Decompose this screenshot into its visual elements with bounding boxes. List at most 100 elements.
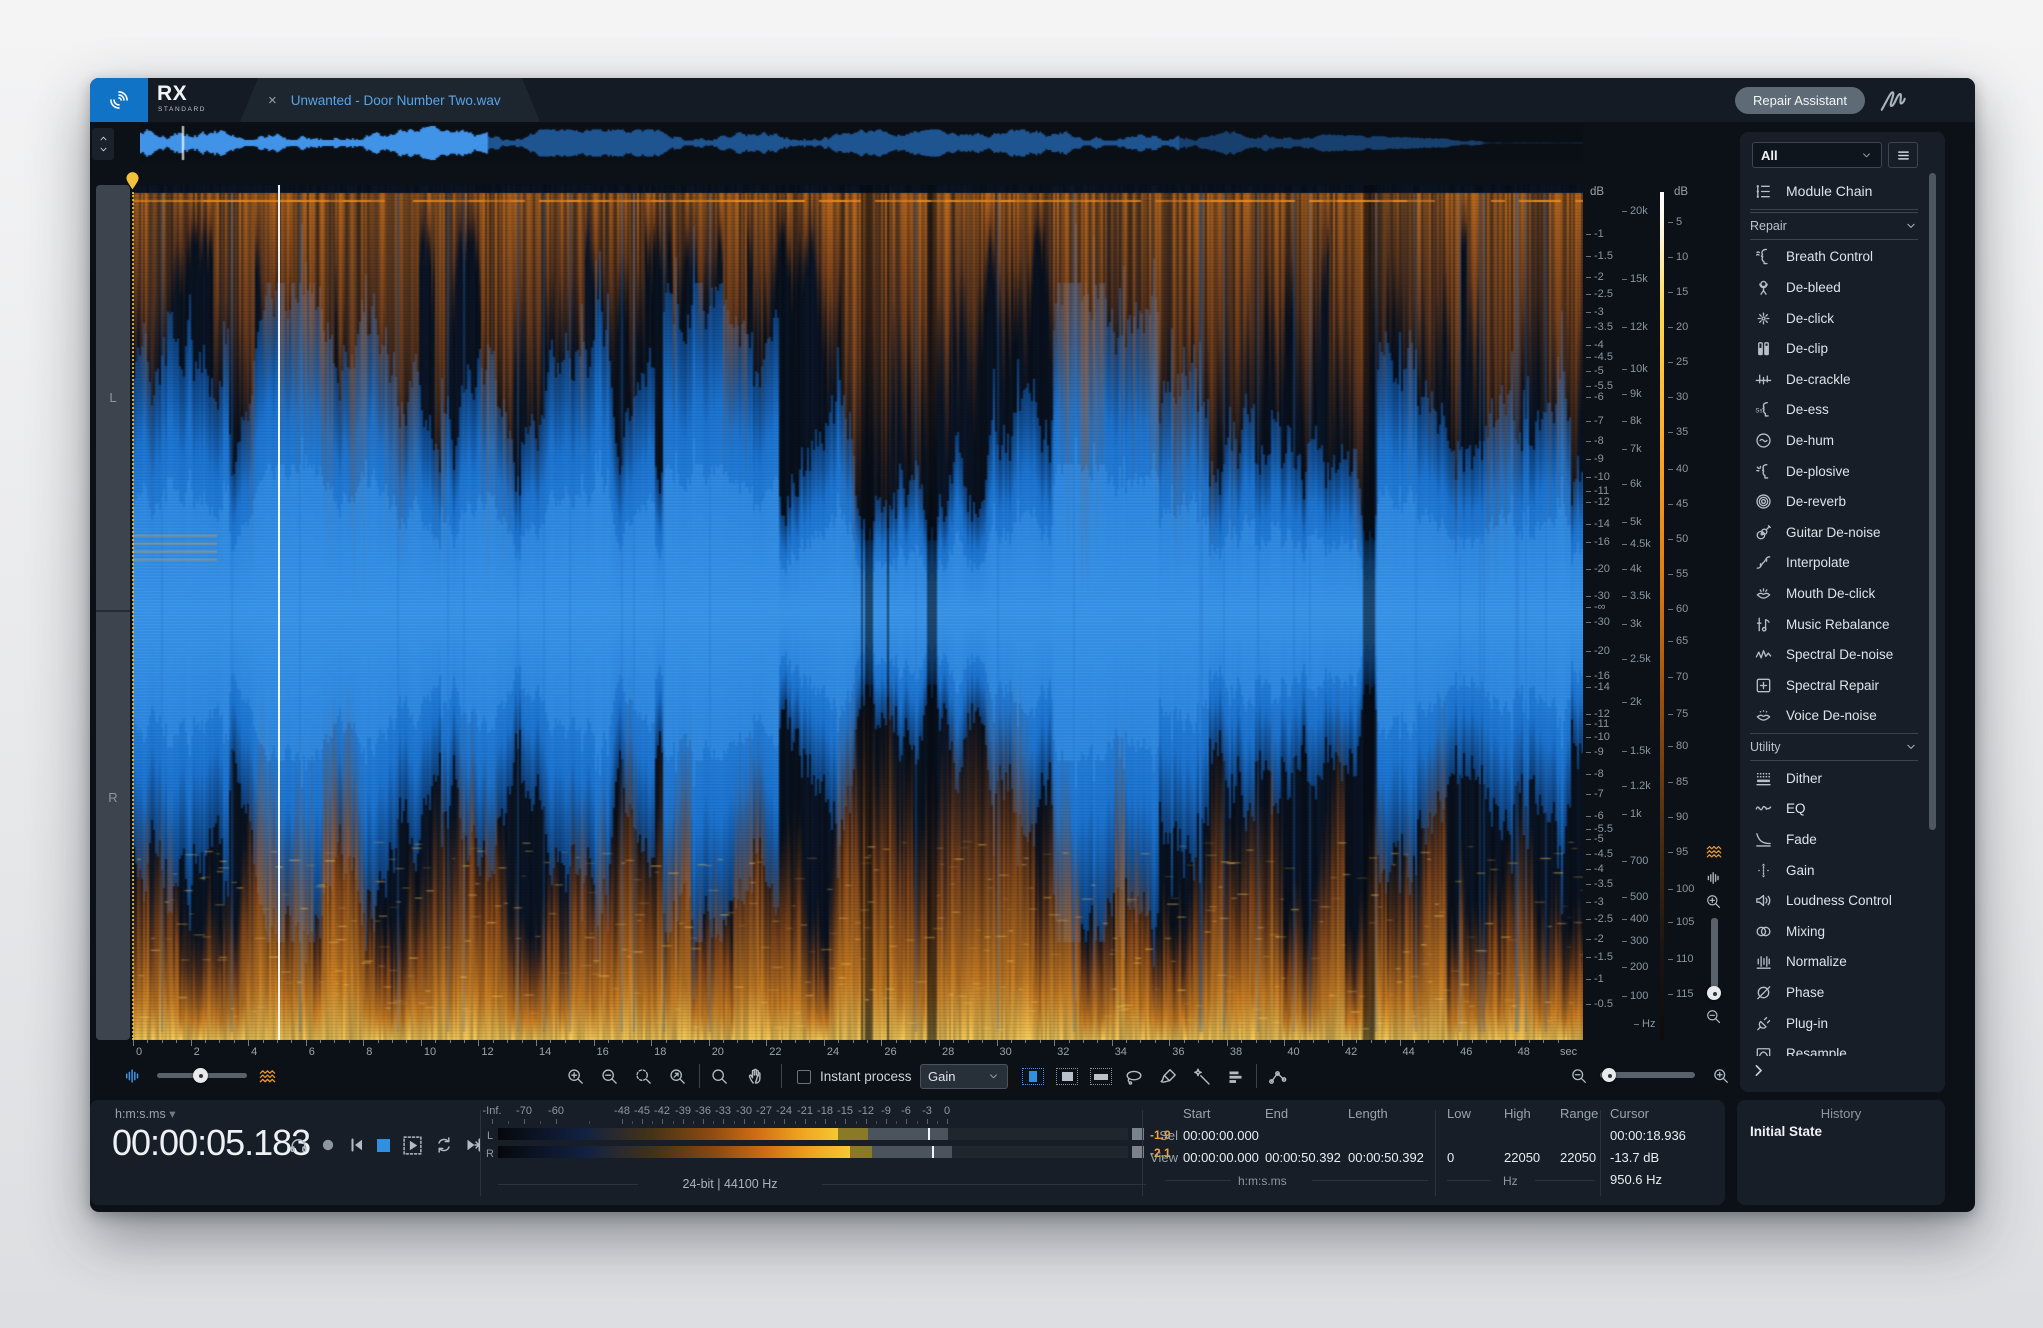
ruler-label: 48 bbox=[1518, 1046, 1530, 1058]
playhead-time-display[interactable]: 00:00:05.183 bbox=[112, 1122, 310, 1164]
module-item-fade[interactable]: Fade bbox=[1740, 824, 1926, 855]
repair-assistant-button[interactable]: Repair Assistant bbox=[1735, 87, 1865, 114]
module-item-de-hum[interactable]: De-hum bbox=[1740, 425, 1926, 456]
spectrogram-view[interactable] bbox=[133, 185, 1583, 1040]
view-end-value[interactable]: 00:00:50.392 bbox=[1265, 1150, 1341, 1165]
magnify-tool-icon[interactable] bbox=[710, 1067, 729, 1086]
module-item-loudness-control[interactable]: Loudness Control bbox=[1740, 885, 1926, 916]
section-header-utility[interactable]: Utility bbox=[1750, 733, 1918, 761]
module-item-voice-de-noise[interactable]: Voice De-noise bbox=[1740, 701, 1926, 732]
panel-menu-button[interactable] bbox=[1888, 142, 1918, 168]
find-similar-tool-icon[interactable] bbox=[1226, 1067, 1246, 1087]
module-item-de-clip[interactable]: De-clip bbox=[1740, 333, 1926, 364]
history-item[interactable]: Initial State bbox=[1750, 1124, 1822, 1139]
ruler-label: 38 bbox=[1230, 1046, 1242, 1058]
module-item-gain[interactable]: Gain bbox=[1740, 855, 1926, 886]
i-lips-burst bbox=[1754, 584, 1773, 603]
scale-tick: 20 bbox=[1668, 321, 1688, 333]
lasso-tool-icon[interactable] bbox=[1124, 1067, 1144, 1087]
view-start-value[interactable]: 00:00:00.000 bbox=[1183, 1150, 1259, 1165]
freq-high-value[interactable]: 22050 bbox=[1504, 1150, 1540, 1165]
module-item-breath-control[interactable]: Breath Control bbox=[1740, 242, 1926, 273]
timeline-zoom-in-icon[interactable] bbox=[1712, 1067, 1730, 1085]
module-item-mixing[interactable]: Mixing bbox=[1740, 916, 1926, 947]
waveform-blend-icon[interactable] bbox=[124, 1067, 142, 1085]
brush-tool-icon[interactable] bbox=[1158, 1067, 1178, 1087]
module-item-music-rebalance[interactable]: Music Rebalance bbox=[1740, 609, 1926, 640]
playhead-marker[interactable] bbox=[126, 172, 139, 190]
ruler-label: 2 bbox=[194, 1046, 200, 1058]
frequency-selection-tool[interactable] bbox=[1090, 1068, 1112, 1085]
module-item-spectral-repair[interactable]: Spectral Repair bbox=[1740, 670, 1926, 701]
module-item-guitar-de-noise[interactable]: Guitar De-noise bbox=[1740, 517, 1926, 548]
overview-resize-control[interactable] bbox=[92, 128, 114, 160]
panel-expand-chevron[interactable] bbox=[1750, 1062, 1767, 1079]
record-button[interactable] bbox=[318, 1135, 338, 1155]
tab-filename[interactable]: Unwanted - Door Number Two.wav bbox=[291, 93, 501, 108]
vertical-zoom-knob[interactable] bbox=[1707, 986, 1721, 1000]
panel-scrollbar[interactable] bbox=[1929, 173, 1936, 830]
i-gain bbox=[1754, 861, 1773, 880]
timeline-zoom-out-icon[interactable] bbox=[1570, 1067, 1588, 1085]
signal-flow-icon[interactable] bbox=[1878, 85, 1908, 115]
module-item-de-plosive[interactable]: De-plosive bbox=[1740, 456, 1926, 487]
zoom-fit-icon[interactable] bbox=[668, 1067, 687, 1086]
module-item-plug-in[interactable]: Plug-in bbox=[1740, 1008, 1926, 1039]
meter-scale-tick bbox=[845, 1119, 846, 1124]
time-format-select[interactable]: h:m:s.ms ▾ bbox=[115, 1106, 175, 1121]
timeline-zoom-knob[interactable] bbox=[1602, 1068, 1616, 1082]
channel-strip[interactable]: L R bbox=[96, 185, 130, 1040]
module-item-eq[interactable]: EQ bbox=[1740, 794, 1926, 825]
process-select[interactable]: Gain bbox=[920, 1064, 1008, 1089]
spectrogram-blend-icon[interactable] bbox=[258, 1067, 277, 1086]
module-item-phase[interactable]: Phase bbox=[1740, 977, 1926, 1008]
module-item-mouth-de-click[interactable]: Mouth De-click bbox=[1740, 578, 1926, 609]
instant-process-checkbox[interactable] bbox=[797, 1070, 811, 1084]
monitor-icon[interactable] bbox=[288, 1134, 309, 1155]
waveform-overview[interactable] bbox=[140, 124, 1583, 162]
vertical-zoom-out-icon[interactable] bbox=[1705, 1008, 1722, 1025]
blend-slider-knob[interactable] bbox=[193, 1068, 208, 1083]
signal-graph-icon[interactable] bbox=[1268, 1067, 1288, 1087]
freq-range-value[interactable]: 22050 bbox=[1560, 1150, 1596, 1165]
vertical-zoom-slider[interactable] bbox=[1711, 918, 1718, 994]
meter-scale-tick bbox=[703, 1119, 704, 1124]
module-chain-item[interactable]: Module Chain bbox=[1740, 176, 1926, 207]
play-button[interactable] bbox=[402, 1135, 423, 1156]
module-item-de-ess[interactable]: De-ess bbox=[1740, 395, 1926, 426]
hand-tool-icon[interactable] bbox=[746, 1066, 766, 1086]
go-to-start-button[interactable] bbox=[347, 1135, 367, 1155]
module-item-de-reverb[interactable]: De-reverb bbox=[1740, 486, 1926, 517]
module-item-resample[interactable]: Resample bbox=[1740, 1038, 1926, 1056]
file-tab[interactable]: × Unwanted - Door Number Two.wav bbox=[240, 78, 540, 122]
module-item-de-click[interactable]: De-click bbox=[1740, 303, 1926, 334]
module-item-spectral-de-noise[interactable]: Spectral De-noise bbox=[1740, 639, 1926, 670]
zoom-out-icon[interactable] bbox=[600, 1067, 619, 1086]
time-selection-tool[interactable] bbox=[1022, 1068, 1044, 1085]
sel-start-value[interactable]: 00:00:00.000 bbox=[1183, 1128, 1259, 1143]
zoom-selection-icon[interactable] bbox=[634, 1067, 653, 1086]
time-frequency-selection-tool[interactable] bbox=[1056, 1068, 1078, 1085]
vertical-zoom-in-icon[interactable] bbox=[1705, 893, 1722, 910]
color-scale-header: dB bbox=[1674, 186, 1688, 198]
freq-low-value[interactable]: 0 bbox=[1447, 1150, 1454, 1165]
module-item-de-crackle[interactable]: De-crackle bbox=[1740, 364, 1926, 395]
tab-close-icon[interactable]: × bbox=[268, 92, 277, 109]
module-item-normalize[interactable]: Normalize bbox=[1740, 947, 1926, 978]
magic-wand-tool-icon[interactable] bbox=[1192, 1067, 1212, 1087]
module-item-label: De-ess bbox=[1786, 402, 1829, 417]
module-item-label: De-plosive bbox=[1786, 464, 1850, 479]
module-filter-select[interactable]: All bbox=[1752, 142, 1882, 168]
section-header-repair[interactable]: Repair bbox=[1750, 212, 1918, 240]
meter-scale-minor bbox=[589, 1121, 590, 1124]
waveform-mode-icon[interactable] bbox=[1706, 870, 1722, 886]
stop-button[interactable] bbox=[377, 1139, 390, 1152]
zoom-in-icon[interactable] bbox=[566, 1067, 585, 1086]
loop-button[interactable] bbox=[434, 1135, 454, 1155]
spectrogram-mode-icon[interactable] bbox=[1705, 843, 1723, 861]
view-length-value[interactable]: 00:00:50.392 bbox=[1348, 1150, 1424, 1165]
meter-scale-tick bbox=[825, 1119, 826, 1124]
module-item-interpolate[interactable]: Interpolate bbox=[1740, 548, 1926, 579]
module-item-de-bleed[interactable]: De-bleed bbox=[1740, 272, 1926, 303]
module-item-dither[interactable]: Dither bbox=[1740, 763, 1926, 794]
